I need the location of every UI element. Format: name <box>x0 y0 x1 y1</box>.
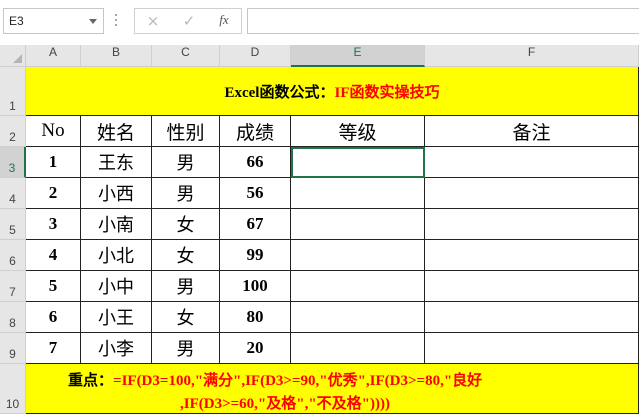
more-options-icon[interactable] <box>115 14 118 28</box>
table-cell[interactable]: 女 <box>152 240 220 271</box>
table-cell[interactable]: 2 <box>26 178 81 209</box>
table-cell[interactable] <box>291 302 425 333</box>
sheet-title: Excel函数公式：IF函数实操技巧 <box>224 81 439 102</box>
table-cell[interactable]: 20 <box>220 333 291 364</box>
header-cell-no[interactable]: No <box>26 116 81 147</box>
table-cell[interactable] <box>291 178 425 209</box>
row-header-8[interactable]: 8 <box>0 302 26 333</box>
table-cell[interactable]: 5 <box>26 271 81 302</box>
header-cell-remark[interactable]: 备注 <box>425 116 639 147</box>
table-cell[interactable]: 3 <box>26 209 81 240</box>
name-box-value: E3 <box>9 14 24 28</box>
table-cell[interactable]: 小王 <box>81 302 152 333</box>
select-all-button[interactable] <box>0 45 26 67</box>
row-header-10[interactable]: 10 <box>0 364 26 414</box>
row-header-4[interactable]: 4 <box>0 178 26 209</box>
row-header-5[interactable]: 5 <box>0 209 26 240</box>
row-header-1[interactable]: 1 <box>0 67 26 116</box>
table-cell[interactable]: 女 <box>152 302 220 333</box>
column-header-c[interactable]: C <box>152 45 220 67</box>
table-cell[interactable] <box>291 333 425 364</box>
table-cell[interactable]: 7 <box>26 333 81 364</box>
selected-cell-e3[interactable] <box>291 147 425 178</box>
table-cell[interactable]: 小西 <box>81 178 152 209</box>
row-header-3[interactable]: 3 <box>0 147 26 178</box>
cell-grid: Excel函数公式：IF函数实操技巧 No 姓名 性别 成绩 等级 备注 1 王… <box>26 67 639 414</box>
table-cell[interactable]: 男 <box>152 333 220 364</box>
header-cell-grade[interactable]: 等级 <box>291 116 425 147</box>
note-cell[interactable]: 重点：=IF(D3=100,"满分",IF(D3>=90,"优秀",IF(D3>… <box>26 364 639 414</box>
table-cell[interactable]: 99 <box>220 240 291 271</box>
insert-function-icon[interactable]: fx <box>214 12 234 30</box>
formula-bar: E3 × ✓ fx <box>0 0 639 40</box>
table-cell[interactable]: 56 <box>220 178 291 209</box>
note-formula-part-1: =IF(D3=100,"满分",IF(D3>=90,"优秀",IF(D3>=80… <box>113 373 483 389</box>
column-header-e[interactable]: E <box>291 45 425 67</box>
row-header-6[interactable]: 6 <box>0 240 26 271</box>
table-cell[interactable]: 67 <box>220 209 291 240</box>
formula-buttons: × ✓ fx <box>134 8 242 34</box>
table-cell[interactable]: 小南 <box>81 209 152 240</box>
table-cell[interactable]: 1 <box>26 147 81 178</box>
formula-input[interactable] <box>247 8 639 34</box>
table-cell[interactable]: 王东 <box>81 147 152 178</box>
table-cell[interactable]: 4 <box>26 240 81 271</box>
table-cell[interactable]: 小北 <box>81 240 152 271</box>
table-cell[interactable]: 100 <box>220 271 291 302</box>
column-header-b[interactable]: B <box>81 45 152 67</box>
worksheet: A B C D E F 1 2 3 4 5 6 7 8 9 10 Excel函数… <box>0 40 639 414</box>
table-cell[interactable] <box>425 209 639 240</box>
table-cell[interactable]: 女 <box>152 209 220 240</box>
table-cell[interactable] <box>291 271 425 302</box>
table-cell[interactable]: 男 <box>152 147 220 178</box>
table-cell[interactable] <box>291 209 425 240</box>
table-cell[interactable] <box>425 240 639 271</box>
cancel-icon[interactable]: × <box>143 12 163 30</box>
table-cell[interactable] <box>425 178 639 209</box>
row-header-7[interactable]: 7 <box>0 271 26 302</box>
table-cell[interactable] <box>425 302 639 333</box>
column-header-f[interactable]: F <box>425 45 639 67</box>
table-cell[interactable] <box>425 271 639 302</box>
header-cell-score[interactable]: 成绩 <box>220 116 291 147</box>
column-header-d[interactable]: D <box>220 45 291 67</box>
title-prefix: Excel函数公式： <box>224 84 335 101</box>
table-cell[interactable]: 男 <box>152 178 220 209</box>
title-cell[interactable]: Excel函数公式：IF函数实操技巧 <box>26 67 639 116</box>
column-header-a[interactable]: A <box>26 45 81 67</box>
row-header-9[interactable]: 9 <box>0 333 26 364</box>
table-cell[interactable] <box>291 240 425 271</box>
title-highlight: IF函数实操技巧 <box>334 84 440 101</box>
name-box[interactable]: E3 <box>3 8 104 34</box>
note-formula-part-2: ,IF(D3>=60,"及格","不及格")))) <box>180 396 390 412</box>
table-cell[interactable]: 男 <box>152 271 220 302</box>
note-line-1: 重点：=IF(D3=100,"满分",IF(D3>=90,"优秀",IF(D3>… <box>68 369 482 390</box>
table-cell[interactable]: 66 <box>220 147 291 178</box>
header-cell-name[interactable]: 姓名 <box>81 116 152 147</box>
note-label: 重点： <box>68 373 114 389</box>
table-cell[interactable]: 80 <box>220 302 291 333</box>
table-cell[interactable] <box>425 147 639 178</box>
enter-icon[interactable]: ✓ <box>179 12 199 30</box>
table-cell[interactable]: 小李 <box>81 333 152 364</box>
table-cell[interactable] <box>425 333 639 364</box>
table-cell[interactable]: 小中 <box>81 271 152 302</box>
table-cell[interactable]: 6 <box>26 302 81 333</box>
chevron-down-icon[interactable] <box>89 19 97 24</box>
row-header-2[interactable]: 2 <box>0 116 26 147</box>
header-cell-gender[interactable]: 性别 <box>152 116 220 147</box>
